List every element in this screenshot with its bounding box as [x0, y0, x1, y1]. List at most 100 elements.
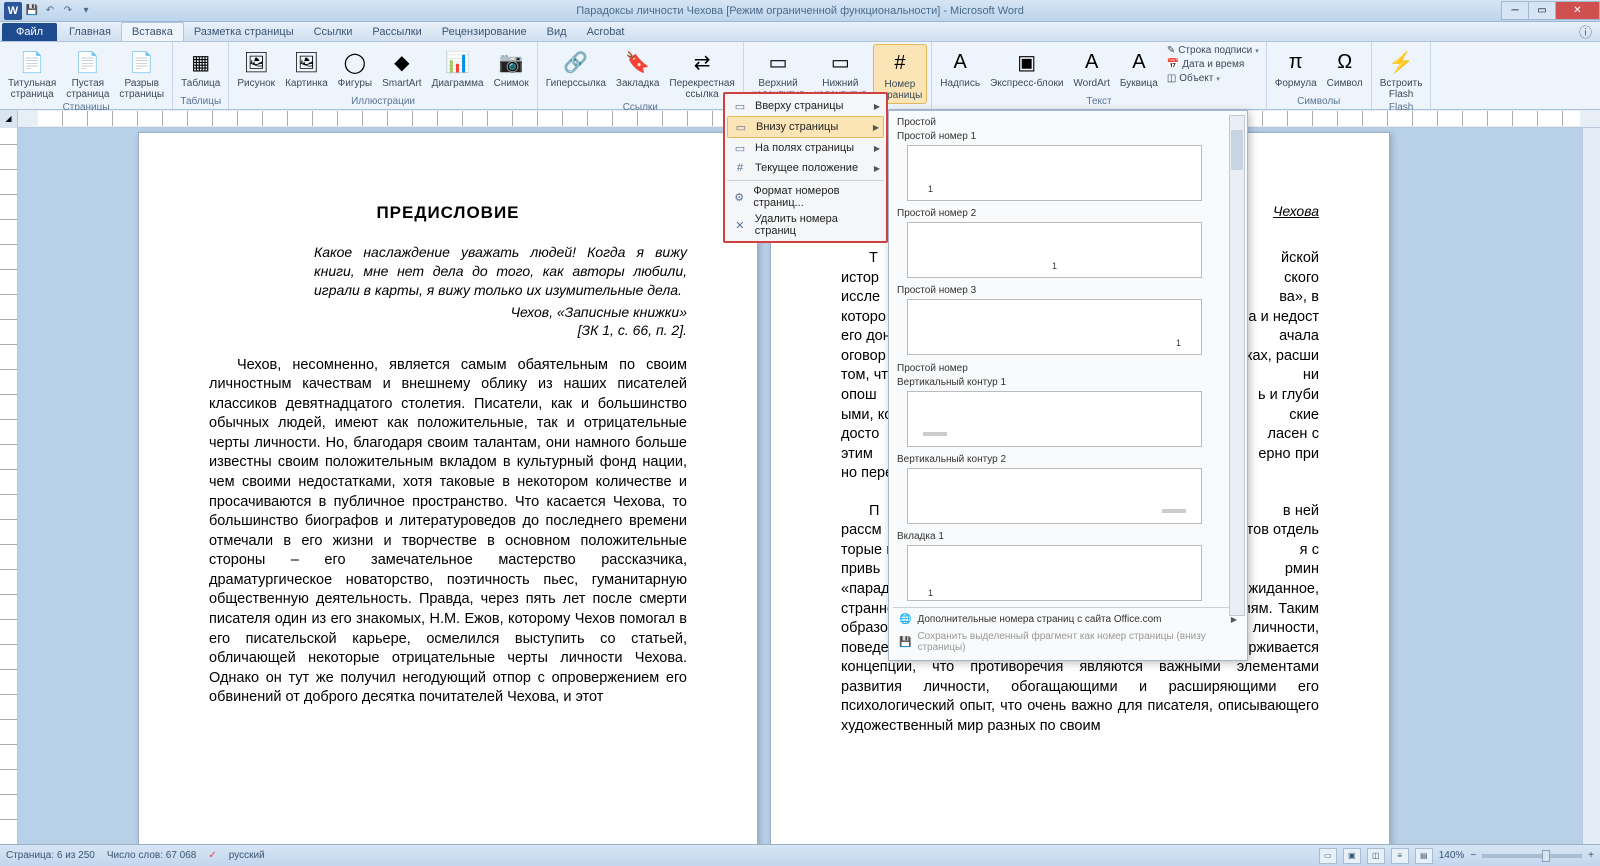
- tab-acrobat[interactable]: Acrobat: [577, 23, 635, 41]
- help-icon[interactable]: ⓘ: [1579, 22, 1592, 41]
- textbox-button[interactable]: AНадпись: [936, 44, 984, 91]
- zoom-in-button[interactable]: +: [1588, 850, 1594, 861]
- shapes-button[interactable]: ◯Фигуры: [334, 44, 376, 91]
- file-tab[interactable]: Файл: [2, 23, 57, 41]
- page-number-dropdown: ▭Вверху страницы▶ ▭Внизу страницы▶ ▭На п…: [723, 92, 888, 243]
- gallery-thumb-2[interactable]: 1: [907, 222, 1202, 278]
- blank-page-button[interactable]: 📄 Пустая страница: [62, 44, 113, 102]
- symbol-icon: Ω: [1329, 46, 1361, 78]
- page-number-icon: #: [884, 47, 916, 79]
- dd-current-position[interactable]: #Текущее положение▶: [727, 158, 884, 178]
- office-icon: 🌐: [899, 614, 911, 625]
- signature-icon: ✎: [1167, 45, 1175, 56]
- equation-button[interactable]: πФормула: [1271, 44, 1321, 91]
- page-1[interactable]: ПРЕДИСЛОВИЕ Какое наслаждение уважать лю…: [138, 132, 758, 844]
- ruler-corner[interactable]: ◢: [0, 110, 18, 128]
- bookmark-button[interactable]: 🔖Закладка: [612, 44, 663, 91]
- gallery-thumb-6[interactable]: 1: [907, 545, 1202, 601]
- doc-heading: ПРЕДИСЛОВИЕ: [209, 203, 687, 223]
- view-outline[interactable]: ≡: [1391, 848, 1409, 864]
- chart-button[interactable]: 📊Диаграмма: [428, 44, 488, 91]
- zoom-slider[interactable]: [1482, 854, 1582, 858]
- chevron-right-icon: ▶: [874, 164, 880, 173]
- undo-icon[interactable]: ↶: [42, 3, 58, 19]
- tab-home[interactable]: Главная: [59, 23, 121, 41]
- ribbon-group-tables: ▦ Таблица Таблицы: [173, 42, 229, 109]
- flash-button[interactable]: ⚡Встроить Flash: [1376, 44, 1427, 102]
- wordart-icon: A: [1076, 46, 1108, 78]
- dropdown-separator: [727, 180, 884, 181]
- redo-icon[interactable]: ↷: [60, 3, 76, 19]
- save-icon[interactable]: 💾: [24, 3, 40, 19]
- gallery-save-selection: 💾Сохранить выделенный фрагмент как номер…: [893, 628, 1243, 656]
- status-page[interactable]: Страница: 6 из 250: [6, 850, 95, 861]
- view-web-layout[interactable]: ◫: [1367, 848, 1385, 864]
- minimize-button[interactable]: ─: [1501, 1, 1529, 20]
- page-break-button[interactable]: 📄 Разрыв страницы: [115, 44, 168, 102]
- dd-format-page-numbers[interactable]: ⚙Формат номеров страниц...: [727, 183, 884, 211]
- object-button[interactable]: ◫Объект▾: [1164, 72, 1262, 85]
- view-print-layout[interactable]: ▭: [1319, 848, 1337, 864]
- word-app-icon[interactable]: W: [4, 2, 22, 20]
- dropcap-button[interactable]: AБуквица: [1116, 44, 1162, 91]
- dd-top-of-page[interactable]: ▭Вверху страницы▶: [727, 96, 884, 116]
- wordart-button[interactable]: AWordArt: [1069, 44, 1114, 91]
- equation-icon: π: [1280, 46, 1312, 78]
- save-selection-icon: 💾: [899, 637, 911, 648]
- dropcap-icon: A: [1123, 46, 1155, 78]
- ribbon-group-links: 🔗Гиперссылка 🔖Закладка ⇄Перекрестная ссы…: [538, 42, 744, 109]
- table-button[interactable]: ▦ Таблица: [177, 44, 224, 91]
- current-pos-icon: #: [731, 160, 749, 176]
- zoom-out-button[interactable]: −: [1470, 850, 1476, 861]
- quickparts-button[interactable]: ▣Экспресс-блоки: [986, 44, 1067, 91]
- tab-review[interactable]: Рецензирование: [432, 23, 537, 41]
- blank-page-icon: 📄: [72, 46, 104, 78]
- dd-remove-page-numbers[interactable]: ✕Удалить номера страниц: [727, 211, 884, 239]
- page-top-icon: ▭: [731, 98, 749, 114]
- gallery-thumb-3[interactable]: 1: [907, 299, 1202, 355]
- smartart-button[interactable]: ◆SmartArt: [378, 44, 425, 91]
- gallery-thumb-1[interactable]: 1: [907, 145, 1202, 201]
- proofing-icon[interactable]: ✓: [208, 850, 216, 861]
- maximize-button[interactable]: ▭: [1528, 1, 1556, 20]
- status-words[interactable]: Число слов: 67 068: [107, 850, 197, 861]
- footer-icon: ▭: [824, 46, 856, 78]
- cover-page-button[interactable]: 📄 Титульная страница: [4, 44, 60, 102]
- dd-page-margins[interactable]: ▭На полях страницы▶: [727, 138, 884, 158]
- hyperlink-button[interactable]: 🔗Гиперссылка: [542, 44, 610, 91]
- close-button[interactable]: ✕: [1555, 1, 1600, 20]
- signature-line-button[interactable]: ✎Строка подписи▾: [1164, 44, 1262, 57]
- tab-view[interactable]: Вид: [537, 23, 577, 41]
- gallery-thumb-5[interactable]: [907, 468, 1202, 524]
- datetime-button[interactable]: 📅Дата и время: [1164, 58, 1262, 71]
- gallery-thumb-4[interactable]: [907, 391, 1202, 447]
- ribbon-group-illustrations: 🖼Рисунок 🖼Картинка ◯Фигуры ◆SmartArt 📊Ди…: [229, 42, 537, 109]
- tab-insert[interactable]: Вставка: [121, 22, 184, 41]
- ribbon-group-symbols: πФормула ΩСимвол Символы: [1267, 42, 1372, 109]
- ruler-vertical[interactable]: [0, 128, 18, 844]
- qat-dropdown-icon[interactable]: ▾: [78, 3, 94, 19]
- view-full-screen[interactable]: ▣: [1343, 848, 1361, 864]
- tab-mailings[interactable]: Рассылки: [362, 23, 431, 41]
- clipart-icon: 🖼: [290, 46, 322, 78]
- picture-button[interactable]: 🖼Рисунок: [233, 44, 279, 91]
- screenshot-button[interactable]: 📷Снимок: [490, 44, 533, 91]
- gallery-item-1-label: Простой номер 1: [893, 130, 1243, 143]
- object-icon: ◫: [1167, 73, 1176, 84]
- gallery-more-from-office[interactable]: 🌐Дополнительные номера страниц с сайта O…: [893, 611, 1243, 628]
- picture-icon: 🖼: [240, 46, 272, 78]
- tab-page-layout[interactable]: Разметка страницы: [184, 23, 304, 41]
- status-language[interactable]: русский: [229, 850, 265, 861]
- vertical-scrollbar[interactable]: [1582, 128, 1600, 844]
- gallery-scrollbar[interactable]: [1229, 115, 1245, 616]
- remove-icon: ✕: [731, 217, 749, 233]
- dd-bottom-of-page[interactable]: ▭Внизу страницы▶: [727, 116, 884, 138]
- view-draft[interactable]: ▤: [1415, 848, 1433, 864]
- doc-attribution-2: [ЗК 1, с. 66, п. 2].: [209, 322, 687, 338]
- clipart-button[interactable]: 🖼Картинка: [281, 44, 332, 91]
- quickparts-icon: ▣: [1011, 46, 1043, 78]
- zoom-level[interactable]: 140%: [1439, 850, 1465, 861]
- cover-page-label: Титульная страница: [8, 78, 56, 100]
- tab-references[interactable]: Ссылки: [304, 23, 363, 41]
- symbol-button[interactable]: ΩСимвол: [1323, 44, 1367, 91]
